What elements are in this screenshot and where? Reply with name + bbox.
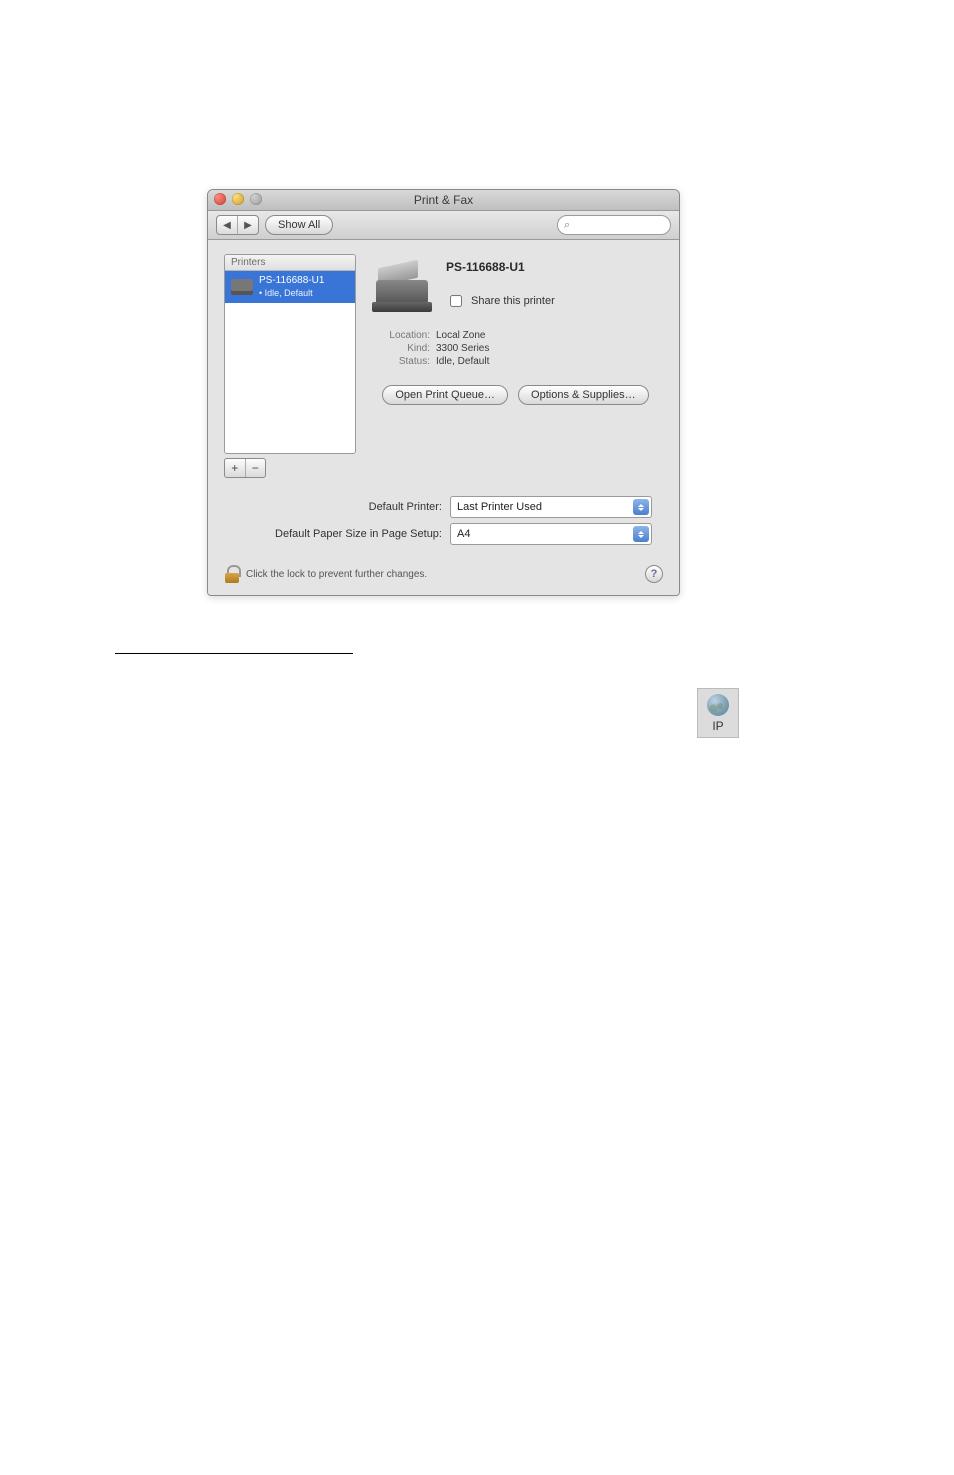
printer-detail: PS-116688-U1 Share this printer Location…: [368, 254, 663, 478]
lock-text: Click the lock to prevent further change…: [246, 569, 427, 580]
content-area: Printers PS-116688-U1 • Idle, Default + …: [208, 240, 679, 595]
ip-label: IP: [712, 719, 723, 733]
default-paper-popup[interactable]: A4: [450, 523, 652, 545]
printer-list[interactable]: Printers PS-116688-U1 • Idle, Default: [224, 254, 356, 454]
printer-icon: [231, 279, 253, 295]
popup-arrows-icon: [633, 499, 649, 515]
options-supplies-button[interactable]: Options & Supplies…: [518, 385, 649, 405]
window-controls: [214, 193, 262, 205]
printer-item-name: PS-116688-U1: [259, 275, 324, 287]
remove-printer-button[interactable]: −: [246, 459, 266, 477]
globe-icon: [707, 694, 729, 716]
page-underline: [115, 653, 353, 654]
printer-item-status: • Idle, Default: [259, 287, 324, 299]
default-printer-popup[interactable]: Last Printer Used: [450, 496, 652, 518]
add-remove-segment[interactable]: + −: [224, 458, 266, 478]
forward-button[interactable]: ▶: [238, 216, 258, 234]
nav-back-forward[interactable]: ◀ ▶: [216, 215, 259, 235]
print-and-fax-window: Print & Fax ◀ ▶ Show All ⌕ Printers PS-1…: [207, 189, 680, 596]
kind-key: Kind:: [372, 343, 430, 354]
share-printer-checkbox[interactable]: Share this printer: [446, 292, 555, 310]
help-button[interactable]: ?: [645, 565, 663, 583]
detail-buttons: Open Print Queue… Options & Supplies…: [372, 385, 659, 405]
window-titlebar: Print & Fax: [208, 190, 679, 211]
add-printer-button[interactable]: +: [225, 459, 246, 477]
lock-row: Click the lock to prevent further change…: [224, 565, 663, 583]
show-all-button[interactable]: Show All: [265, 215, 333, 235]
zoom-window-button: [250, 193, 262, 205]
ip-toolbar-thumbnail: IP: [697, 688, 739, 738]
location-value: Local Zone: [436, 330, 485, 341]
default-printer-label: Default Printer:: [224, 501, 442, 513]
search-field[interactable]: ⌕: [557, 215, 671, 235]
popup-arrows-icon: [633, 526, 649, 542]
status-value: Idle, Default: [436, 356, 489, 367]
default-printer-value: Last Printer Used: [457, 501, 542, 513]
toolbar: ◀ ▶ Show All ⌕: [208, 211, 679, 240]
minimize-window-button[interactable]: [232, 193, 244, 205]
close-window-button[interactable]: [214, 193, 226, 205]
status-key: Status:: [372, 356, 430, 367]
back-button[interactable]: ◀: [217, 216, 238, 234]
window-title: Print & Fax: [414, 193, 473, 207]
defaults-section: Default Printer: Last Printer Used Defau…: [224, 496, 663, 545]
printer-list-item-selected[interactable]: PS-116688-U1 • Idle, Default: [225, 271, 355, 303]
default-paper-value: A4: [457, 528, 470, 540]
printer-list-item-text: PS-116688-U1 • Idle, Default: [259, 275, 324, 299]
search-icon: ⌕: [564, 219, 570, 232]
open-print-queue-button[interactable]: Open Print Queue…: [382, 385, 508, 405]
printer-properties: Location: Local Zone Kind: 3300 Series Sta…: [372, 330, 659, 367]
share-printer-input[interactable]: [450, 295, 462, 307]
printer-large-icon: [372, 262, 432, 312]
lock-icon[interactable]: [224, 565, 240, 583]
kind-value: 3300 Series: [436, 343, 489, 354]
default-paper-label: Default Paper Size in Page Setup:: [224, 528, 442, 540]
share-printer-label: Share this printer: [471, 295, 555, 307]
printer-name-label: PS-116688-U1: [446, 260, 555, 274]
printer-list-header: Printers: [225, 255, 355, 271]
location-key: Location:: [372, 330, 430, 341]
